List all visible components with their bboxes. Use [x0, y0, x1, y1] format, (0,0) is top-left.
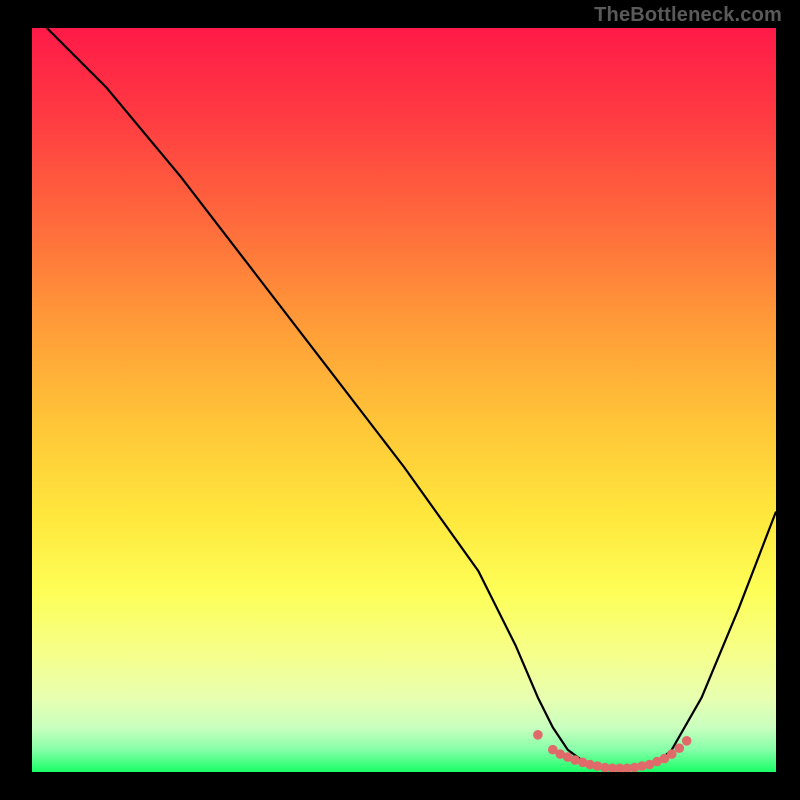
plot-area [32, 28, 776, 772]
chart-svg [32, 28, 776, 772]
highlight-dot [682, 736, 692, 746]
highlight-dots-group [533, 730, 691, 772]
chart-container: TheBottleneck.com [0, 0, 800, 800]
main-curve [47, 28, 776, 768]
watermark-text: TheBottleneck.com [594, 4, 782, 27]
highlight-dot [675, 743, 685, 753]
highlight-dot [667, 749, 677, 759]
highlight-dot [533, 730, 543, 740]
